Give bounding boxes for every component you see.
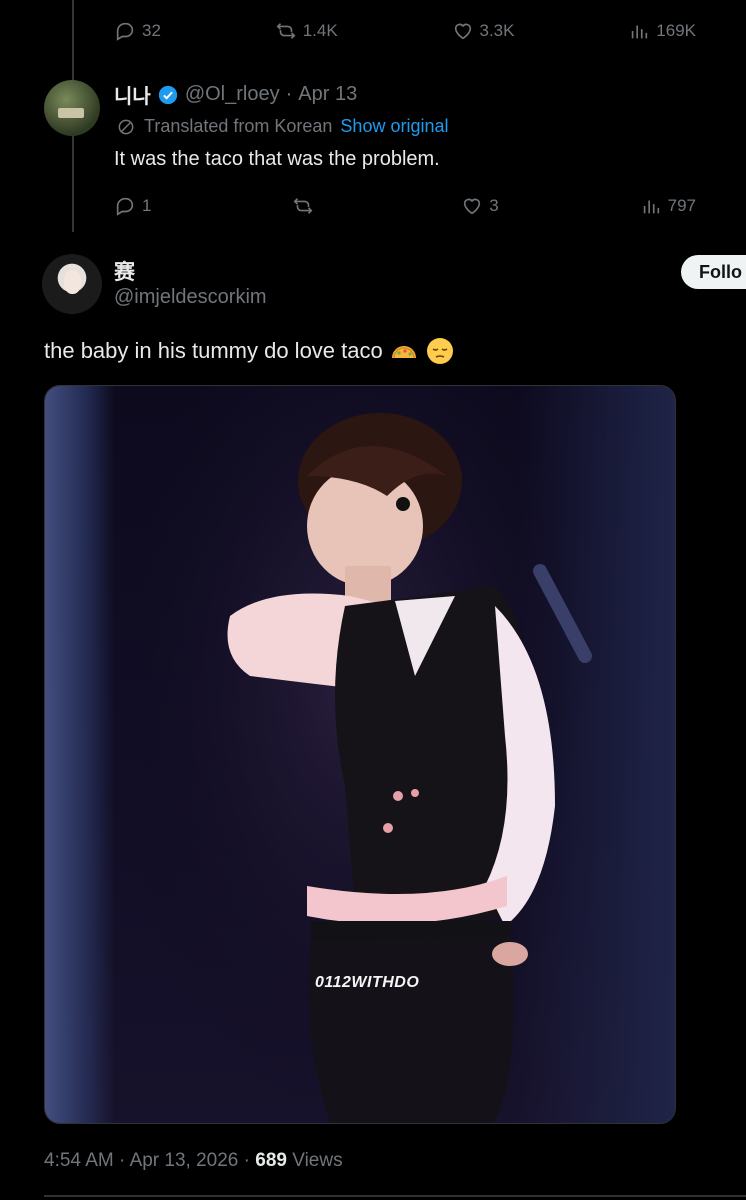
main-display-name[interactable]: 赛	[114, 256, 135, 286]
reply-reply-button[interactable]: 1	[114, 195, 151, 217]
reply-handle[interactable]: @Ol_rloey	[185, 83, 280, 106]
follow-button[interactable]: Follo	[681, 255, 746, 289]
divider-line	[44, 1195, 746, 1197]
reply-like-button[interactable]: 3	[461, 195, 499, 217]
translated-label: Translated from Korean	[144, 116, 333, 136]
meta-dot-1: ·	[119, 1150, 130, 1171]
verified-badge-icon	[158, 85, 177, 104]
tweet-time[interactable]: 4:54 AM	[44, 1150, 114, 1171]
tweet-views-count: 689	[255, 1150, 287, 1171]
pensive-face-icon	[426, 338, 453, 364]
meta-dot-2: ·	[243, 1150, 256, 1171]
taco-icon	[391, 346, 416, 359]
performer-figure	[145, 386, 592, 1123]
reply-actions: 1 3 797	[114, 195, 696, 217]
show-original-link[interactable]: Show original	[340, 116, 448, 137]
views-button[interactable]: 169K	[628, 20, 696, 42]
avatar-face-shape	[64, 270, 81, 294]
reply-like-count: 3	[489, 196, 499, 215]
reply-date[interactable]: Apr 13	[298, 83, 357, 106]
tweet-meta-footer: 4:54 AM · Apr 13, 2026 · 689 Views	[44, 1150, 343, 1172]
heart-icon	[454, 23, 471, 40]
tweet-media-image[interactable]: 0112WITHDO	[44, 385, 676, 1124]
retweet-count: 1.4K	[302, 21, 338, 40]
analytics-icon	[643, 200, 659, 214]
reply-display-name[interactable]: 니나	[114, 80, 151, 109]
reply-text: It was the taco that was the problem.	[114, 148, 440, 170]
heart-icon	[464, 198, 481, 215]
main-avatar[interactable]	[42, 254, 102, 314]
reply-count: 32	[142, 21, 161, 40]
translate-icon	[118, 119, 134, 134]
reply-retweet-button[interactable]	[292, 195, 320, 217]
reply-button[interactable]: 32	[114, 20, 161, 42]
analytics-icon	[632, 25, 648, 39]
tweet-text-line: the baby in his tummy do love taco	[44, 336, 455, 366]
retweet-icon	[293, 198, 313, 214]
retweet-button[interactable]: 1.4K	[275, 20, 338, 42]
reply-views-button[interactable]: 797	[640, 195, 696, 217]
main-handle[interactable]: @imjeldescorkim	[114, 286, 267, 309]
media-watermark: 0112WITHDO	[315, 974, 420, 991]
views-count: 169K	[656, 21, 696, 40]
reply-icon	[116, 22, 134, 41]
tweet-views-label: Views	[292, 1150, 343, 1171]
reply-avatar[interactable]	[44, 80, 100, 136]
tweet-text: the baby in his tummy do love taco	[44, 338, 383, 363]
reply-reply-count: 1	[142, 196, 152, 215]
retweet-icon	[276, 23, 296, 39]
reply-views-count: 797	[667, 196, 696, 215]
translation-notice: Translated from Korean Show original	[116, 116, 448, 137]
like-count: 3.3K	[479, 21, 515, 40]
top-tweet-actions: 32 1.4K 3.3K 169K	[114, 20, 696, 42]
reply-icon	[116, 197, 134, 216]
reply-header: 니나 @Ol_rloey · Apr 13	[114, 80, 357, 109]
separator-dot: ·	[285, 83, 293, 105]
tweet-date[interactable]: Apr 13, 2026	[130, 1150, 239, 1171]
like-button[interactable]: 3.3K	[452, 20, 515, 42]
avatar-sign-shape	[58, 108, 84, 118]
